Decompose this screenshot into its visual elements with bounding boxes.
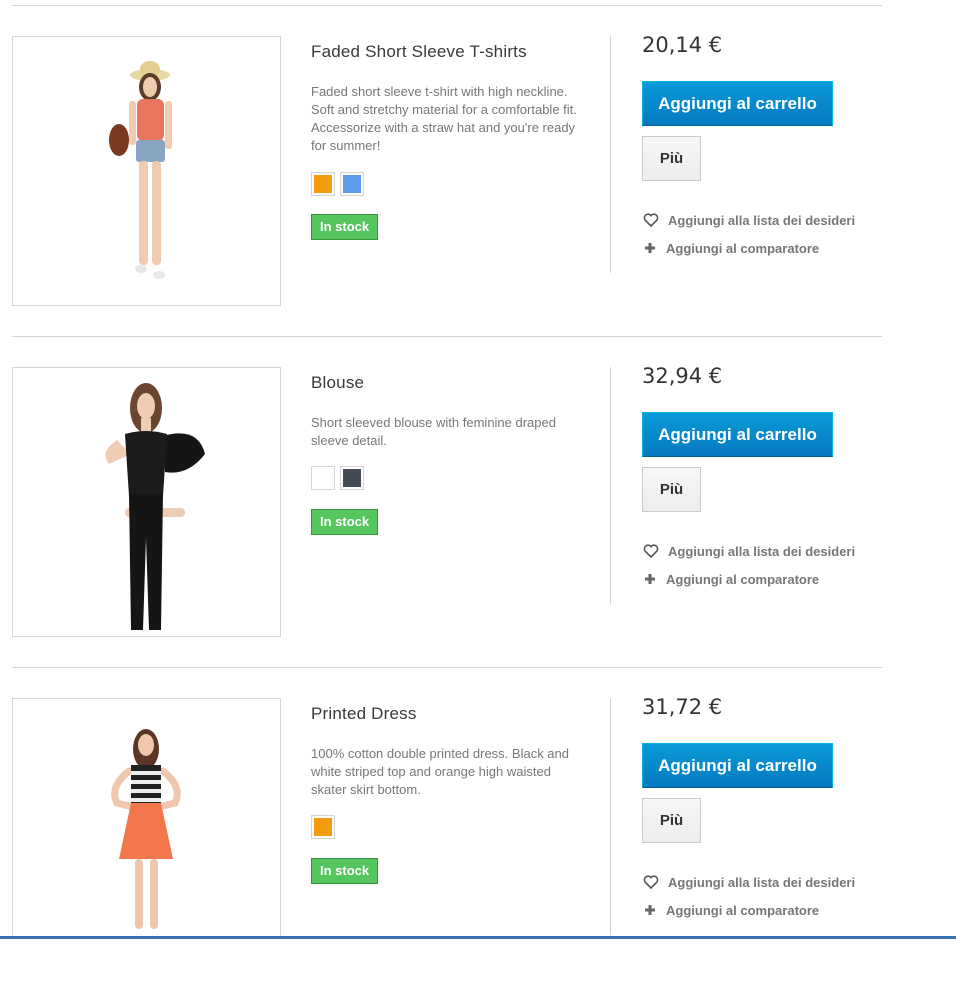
product-photo <box>111 729 181 929</box>
compare-label: Aggiungi al comparatore <box>666 240 820 256</box>
compare-label: Aggiungi al comparatore <box>666 571 820 587</box>
stock-badge: In stock <box>311 858 379 884</box>
color-swatch[interactable] <box>311 172 335 196</box>
product-description: 100% cotton double printed dress. Black … <box>311 746 570 797</box>
add-to-compare-link[interactable]: Aggiungi al comparatore <box>643 571 819 587</box>
product-image[interactable] <box>12 367 281 637</box>
add-to-cart-button[interactable]: Aggiungi al carrello <box>642 743 833 788</box>
product-item-3: Printed Dress 100% cotton double printed… <box>12 695 882 998</box>
column-divider <box>610 367 611 604</box>
add-to-wishlist-link[interactable]: Aggiungi alla lista dei desideri <box>643 212 855 228</box>
product-description: Faded short sleeve t-shirt with high nec… <box>311 84 577 153</box>
divider-line <box>12 336 882 337</box>
product-item-1: Faded Short Sleeve T-shirts Faded short … <box>12 33 882 336</box>
product-name[interactable]: Faded Short Sleeve T-shirts <box>311 42 527 62</box>
wishlist-label: Aggiungi alla lista dei desideri <box>668 212 856 228</box>
product-price: 20,14 € <box>642 33 723 57</box>
color-swatches <box>311 466 364 490</box>
product-price: 32,94 € <box>642 364 723 388</box>
product-image[interactable] <box>12 36 281 306</box>
heart-icon <box>643 544 659 559</box>
plus-icon <box>645 905 655 915</box>
plus-icon <box>645 243 655 253</box>
wishlist-label: Aggiungi alla lista dei desideri <box>668 874 856 890</box>
heart-icon <box>643 875 659 890</box>
add-to-cart-button[interactable]: Aggiungi al carrello <box>642 81 833 126</box>
heart-icon <box>643 213 659 228</box>
color-swatch[interactable] <box>311 815 335 839</box>
more-button[interactable]: Più <box>642 467 701 512</box>
color-swatches <box>311 815 335 839</box>
add-to-compare-link[interactable]: Aggiungi al comparatore <box>643 902 819 918</box>
divider-line <box>12 667 882 668</box>
product-image[interactable] <box>12 698 281 939</box>
wishlist-label: Aggiungi alla lista dei desideri <box>668 543 856 559</box>
color-swatch[interactable] <box>340 466 364 490</box>
column-divider <box>610 36 611 273</box>
product-photo <box>109 61 172 279</box>
add-to-compare-link[interactable]: Aggiungi al comparatore <box>643 240 819 256</box>
product-description: Short sleeved blouse with feminine drape… <box>311 415 556 448</box>
divider-line <box>12 5 882 6</box>
product-name[interactable]: Blouse <box>311 373 364 393</box>
add-to-wishlist-link[interactable]: Aggiungi alla lista dei desideri <box>643 874 855 890</box>
stock-badge: In stock <box>311 509 379 535</box>
add-to-cart-button[interactable]: Aggiungi al carrello <box>642 412 833 457</box>
stock-badge: In stock <box>311 214 379 240</box>
product-name[interactable]: Printed Dress <box>311 704 417 724</box>
column-divider <box>610 698 611 935</box>
color-swatch[interactable] <box>311 466 335 490</box>
add-to-wishlist-link[interactable]: Aggiungi alla lista dei desideri <box>643 543 855 559</box>
product-item-2: Blouse Short sleeved blouse with feminin… <box>12 364 882 667</box>
product-price: 31,72 € <box>642 695 723 719</box>
plus-icon <box>645 574 655 584</box>
more-button[interactable]: Più <box>642 798 701 843</box>
product-photo <box>105 383 205 630</box>
color-swatches <box>311 172 364 196</box>
more-button[interactable]: Più <box>642 136 701 181</box>
compare-label: Aggiungi al comparatore <box>666 902 820 918</box>
color-swatch[interactable] <box>340 172 364 196</box>
